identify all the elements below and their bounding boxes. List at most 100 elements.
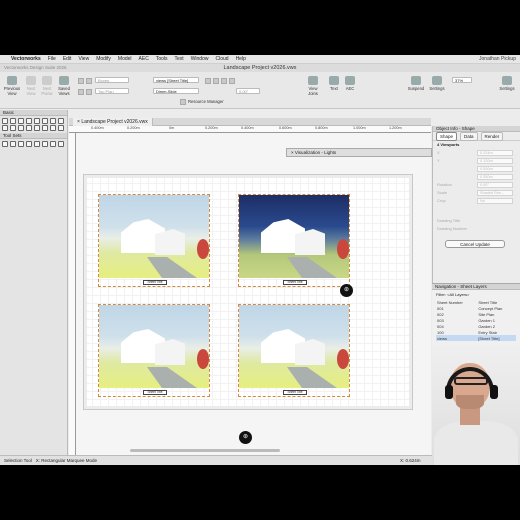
polygon-tool-icon[interactable] [26,125,32,131]
x-field[interactable]: 0.224m [477,150,513,156]
menu-model[interactable]: Model [118,56,132,62]
camera-icon[interactable] [229,78,235,84]
saved-views-button[interactable]: Saved Views [56,76,72,96]
next-pview-button[interactable]: Next Pview [40,76,54,96]
offset-tool-icon[interactable] [26,141,32,147]
angle-field[interactable]: 0.00° [236,88,260,94]
menu-cloud[interactable]: Cloud [215,56,228,62]
pan-tool-icon[interactable] [10,118,16,124]
massing-tool-icon[interactable] [58,141,64,147]
horizontal-ruler: 0.400m 0.200m 0m 0.200m 0.400m 0.600m 0.… [69,126,431,133]
text-tool-icon[interactable] [34,118,40,124]
class-combo[interactable]: Boxes [95,77,129,83]
texture-icon[interactable] [221,78,227,84]
menu-app[interactable]: Vectorworks [11,56,41,62]
menu-modify[interactable]: Modify [96,56,111,62]
menu-edit[interactable]: Edit [63,56,72,62]
menu-window[interactable]: Window [191,56,209,62]
settings-gear-button[interactable]: Settings [498,76,516,91]
hardscape-tool-icon[interactable] [50,141,56,147]
user-name[interactable]: Jonathan Pickup [479,56,516,62]
rotation-field[interactable]: 0.00° [477,182,513,188]
viewport-caption: Sheet Title [143,390,167,395]
menu-text[interactable]: Text [175,56,184,62]
render-icon[interactable] [205,78,211,84]
view-joins-button[interactable]: View Joins [306,76,320,96]
menu-view[interactable]: View [78,56,89,62]
tab-render[interactable]: Render [480,131,504,141]
zoom-combo[interactable]: 37% [452,77,472,83]
width-field[interactable]: 0.500m [477,166,513,172]
viewport[interactable]: Sheet Title [238,194,350,287]
previous-view-button[interactable]: Previous View [3,76,21,96]
basic-tools [0,116,67,133]
gear-icon [432,76,442,85]
zoom-tool-icon[interactable] [18,118,24,124]
line-tool-icon[interactable] [58,118,64,124]
text-button[interactable]: Text [327,76,341,91]
visibility-icon[interactable] [78,89,84,95]
render-mode-combo[interactable]: Dimm-Slide [153,88,199,94]
visualization-palette-header[interactable]: × Visualization - Lights [286,148,432,157]
status-mode: X: Rectangular Marquee Mode [35,458,97,463]
lighting-icon[interactable] [213,78,219,84]
y-field[interactable]: 0.120m [477,158,513,164]
grid-icon[interactable] [86,89,92,95]
field-row: Scale Shaded Ren... [433,189,520,197]
drawing-canvas[interactable]: 0.400m 0.200m 0m 0.200m 0.400m 0.600m 0.… [69,126,431,455]
menu-help[interactable]: Help [236,56,246,62]
menu-aec[interactable]: AEC [139,56,149,62]
class-options-icon[interactable] [86,78,92,84]
circle-tool-icon[interactable] [10,125,16,131]
viewport[interactable]: Sheet Title [98,304,210,397]
view-combo[interactable]: Top Plan [95,88,129,94]
layer-combo[interactable]: views [Sheet Title] [153,77,199,83]
eyedropper-tool-icon[interactable] [58,125,64,131]
aec-button[interactable]: AEC [343,76,357,91]
tree-tool-icon[interactable] [34,141,40,147]
text-icon [329,76,339,85]
field-row: Crop No [433,197,520,205]
scale-field[interactable]: Shaded Ren... [477,190,513,196]
callout-tool-icon[interactable] [42,118,48,124]
app-title: Vectorworks Design Suite 2026 [4,65,67,70]
viewport[interactable]: Sheet Title [98,194,210,287]
move-tool-icon[interactable] [2,141,8,147]
saved-views-icon [59,76,69,85]
layer-options-icon[interactable] [78,78,84,84]
height-field[interactable]: 0.350m [477,174,513,180]
tab-document[interactable]: × Landscape Project v2026.vwx [73,118,153,126]
cancel-update-button[interactable]: Cancel Update [445,240,505,248]
flyover-tool-icon[interactable] [26,118,32,124]
next-view-button[interactable]: Next View [24,76,38,96]
selection-tool-icon[interactable] [2,118,8,124]
dimension-tool-icon[interactable] [50,118,56,124]
tool-set-tools [0,139,67,149]
rectangle-tool-icon[interactable] [2,125,8,131]
menu-tools[interactable]: Tools [156,56,168,62]
resource-manager-icon[interactable] [180,99,186,105]
resource-manager-button[interactable]: Resource Manager [188,99,228,104]
plant-tool-icon[interactable] [42,141,48,147]
tab-shape[interactable]: Shape [436,131,458,141]
rotate-tool-icon[interactable] [18,141,24,147]
table-row-selected[interactable]: views [Sheet Title] [436,335,516,341]
mirror-tool-icon[interactable] [10,141,16,147]
viewport[interactable]: Sheet Title [238,304,350,397]
arc-tool-icon[interactable] [18,125,24,131]
status-x: X: 0.624m [400,458,421,463]
horizontal-scrollbar[interactable] [130,449,280,452]
mac-menubar: Vectorworks File Edit View Modify Model … [0,55,520,64]
crop-field[interactable]: No [477,198,513,204]
polyline-tool-icon[interactable] [34,125,40,131]
document-tabs: × Landscape Project v2026.vwx [69,118,431,126]
menu-file[interactable]: File [48,56,56,62]
field-row: 0.350m [433,173,520,181]
settings-button[interactable]: Settings [428,76,446,91]
gear-icon [502,76,512,85]
freehand-tool-icon[interactable] [42,125,48,131]
filter-combo[interactable]: Filter: <All Layers> [432,290,520,299]
tab-data[interactable]: Data [460,131,478,141]
suspend-button[interactable]: Suspend [407,76,425,91]
spiral-tool-icon[interactable] [50,125,56,131]
